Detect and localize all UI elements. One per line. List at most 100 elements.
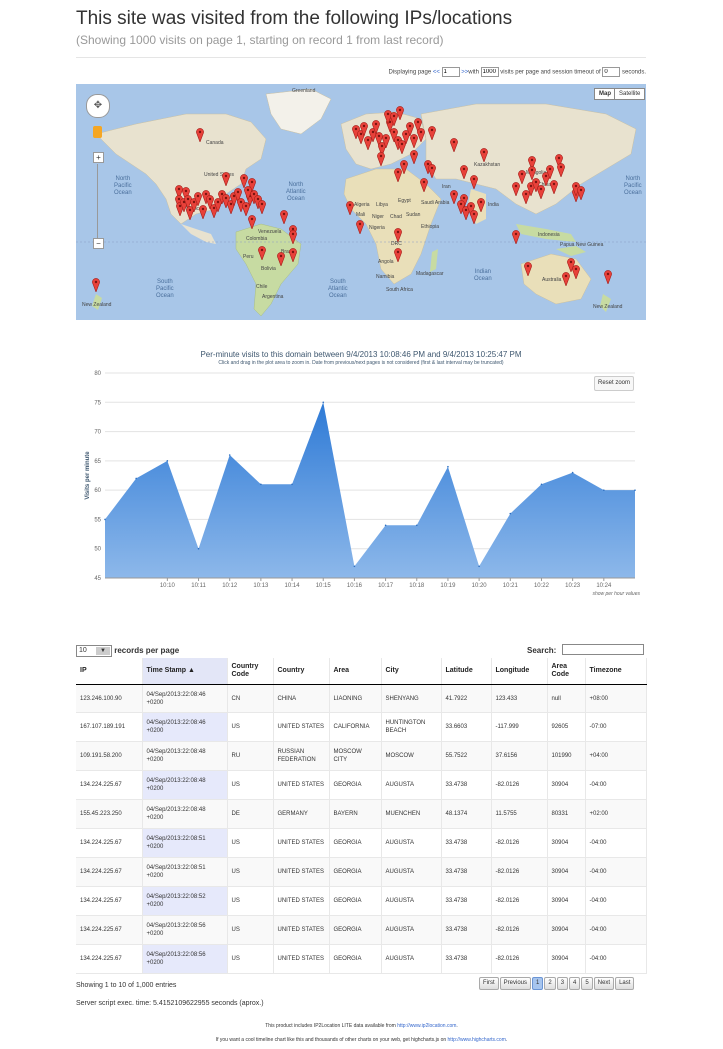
page-input[interactable]	[441, 67, 460, 77]
map-marker-icon[interactable]	[417, 128, 425, 142]
map-marker-icon[interactable]	[289, 230, 297, 244]
map-marker-icon[interactable]	[240, 174, 248, 188]
column-header[interactable]: Timezone	[585, 658, 647, 685]
column-header[interactable]: IP	[76, 658, 143, 685]
table-cell: 04/Sep/2013:22:08:46 +0200	[142, 684, 228, 713]
search-input[interactable]	[562, 644, 644, 655]
map-marker-icon[interactable]	[557, 163, 565, 177]
map-marker-icon[interactable]	[460, 165, 468, 179]
map-label: Angola	[378, 259, 394, 265]
map-marker-icon[interactable]	[572, 265, 580, 279]
map-marker-icon[interactable]	[244, 186, 252, 200]
map-marker-icon[interactable]	[196, 128, 204, 142]
map-marker-icon[interactable]	[524, 262, 532, 276]
table-cell: CN	[227, 684, 274, 713]
column-header[interactable]: Latitude	[441, 658, 492, 685]
map-marker-icon[interactable]	[258, 200, 266, 214]
map-marker-icon[interactable]	[377, 152, 385, 166]
map-marker-icon[interactable]	[394, 248, 402, 262]
map-marker-icon[interactable]	[604, 270, 612, 284]
records-per-page-select[interactable]: 10 ▼	[76, 645, 112, 657]
map-label: Colombia	[246, 236, 268, 242]
ip2location-link[interactable]: http://www.ip2location.com	[397, 1023, 456, 1029]
zoom-in-icon[interactable]: +	[93, 152, 104, 163]
map-marker-icon[interactable]	[92, 278, 100, 292]
map-marker-icon[interactable]	[450, 190, 458, 204]
visits-table: IP Time Stamp ▲ Country Code Country Area Cit…	[76, 658, 647, 974]
map-marker-icon[interactable]	[477, 198, 485, 212]
column-header[interactable]: Country Code	[227, 658, 274, 685]
map-marker-icon[interactable]	[512, 182, 520, 196]
map-marker-icon[interactable]	[428, 164, 436, 178]
per-page-input[interactable]	[480, 67, 499, 77]
map-marker-icon[interactable]	[470, 210, 478, 224]
column-header[interactable]: Time Stamp ▲	[142, 658, 228, 685]
y-tick-label: 50	[94, 547, 101, 553]
column-header[interactable]: Area Code	[547, 658, 586, 685]
map-marker-icon[interactable]	[518, 170, 526, 184]
map-marker-icon[interactable]	[222, 172, 230, 186]
table-cell: DE	[227, 799, 274, 829]
map-marker-icon[interactable]	[360, 122, 368, 136]
map-marker-icon[interactable]	[577, 186, 585, 200]
pagination-button[interactable]: Previous	[499, 977, 532, 990]
column-header[interactable]: Longitude	[491, 658, 548, 685]
map-marker-icon[interactable]	[470, 175, 478, 189]
map-marker-icon[interactable]	[420, 178, 428, 192]
table-cell: 11.5755	[491, 799, 548, 829]
pagination-button[interactable]: Last	[615, 977, 635, 990]
map-marker-icon[interactable]	[382, 134, 390, 148]
pagination-button[interactable]: 1	[532, 977, 544, 990]
column-header[interactable]: Country	[273, 658, 330, 685]
zoom-out-icon[interactable]: −	[93, 238, 104, 249]
map-marker-icon[interactable]	[258, 246, 266, 260]
table-cell: 123.433	[491, 684, 548, 713]
visits-chart[interactable]: 45 50 55 60 65 70 75 80 10:10 10:11 10:12 10:13 10:1…	[76, 368, 646, 598]
x-tick-label: 10:24	[596, 583, 612, 589]
map-marker-icon[interactable]	[289, 248, 297, 262]
map-marker-icon[interactable]	[356, 220, 364, 234]
map-type-satellite-button[interactable]: Satellite	[614, 88, 646, 100]
visitor-map[interactable]: ✥ + − Map Satellite Greenland Canada Uni…	[76, 84, 646, 320]
map-marker-icon[interactable]	[428, 126, 436, 140]
table-cell: 48.1374	[441, 799, 492, 829]
street-view-pegman-icon[interactable]	[93, 126, 102, 138]
pagination-button[interactable]: First	[479, 977, 499, 990]
map-marker-icon[interactable]	[537, 185, 545, 199]
data-point	[260, 483, 262, 486]
prev-page-link[interactable]: <<	[433, 70, 440, 76]
map-marker-icon[interactable]	[528, 166, 536, 180]
map-label: New Zealand	[593, 304, 623, 310]
table-cell: -82.0126	[491, 770, 548, 800]
map-marker-icon[interactable]	[346, 201, 354, 215]
pagination-button[interactable]: 5	[581, 977, 593, 990]
map-marker-icon[interactable]	[410, 150, 418, 164]
map-marker-icon[interactable]	[194, 192, 202, 206]
timeout-input[interactable]	[602, 67, 621, 77]
map-marker-icon[interactable]	[394, 228, 402, 242]
pagination-button[interactable]: Next	[593, 977, 615, 990]
map-marker-icon[interactable]	[550, 180, 558, 194]
map-marker-icon[interactable]	[450, 138, 458, 152]
map-marker-icon[interactable]	[248, 215, 256, 229]
map-marker-icon[interactable]	[562, 272, 570, 286]
pagination-button[interactable]: 2	[544, 977, 556, 990]
zoom-slider-track[interactable]	[97, 164, 98, 239]
column-header[interactable]: City	[381, 658, 442, 685]
chart-svg[interactable]: 45 50 55 60 65 70 75 80 10:10 10:11 10:12 10:13 10:1…	[76, 368, 646, 598]
pagination-button[interactable]: 3	[556, 977, 569, 990]
show-per-hour-link[interactable]: show per hour values	[592, 591, 640, 597]
highcharts-link[interactable]: http://www.highcharts.com	[448, 1037, 506, 1043]
map-type-map-button[interactable]: Map	[594, 88, 616, 100]
map-marker-icon[interactable]	[280, 210, 288, 224]
map-marker-icon[interactable]	[396, 106, 404, 120]
map-marker-icon[interactable]	[480, 148, 488, 162]
pagination-button[interactable]: 4	[569, 977, 581, 990]
reset-zoom-button[interactable]: Reset zoom	[594, 376, 634, 391]
map-marker-icon[interactable]	[400, 160, 408, 174]
pan-control-icon[interactable]: ✥	[86, 94, 110, 118]
map-marker-icon[interactable]	[512, 230, 520, 244]
map-marker-icon[interactable]	[277, 252, 285, 266]
column-header[interactable]: Area	[329, 658, 382, 685]
map-marker-icon[interactable]	[546, 165, 554, 179]
